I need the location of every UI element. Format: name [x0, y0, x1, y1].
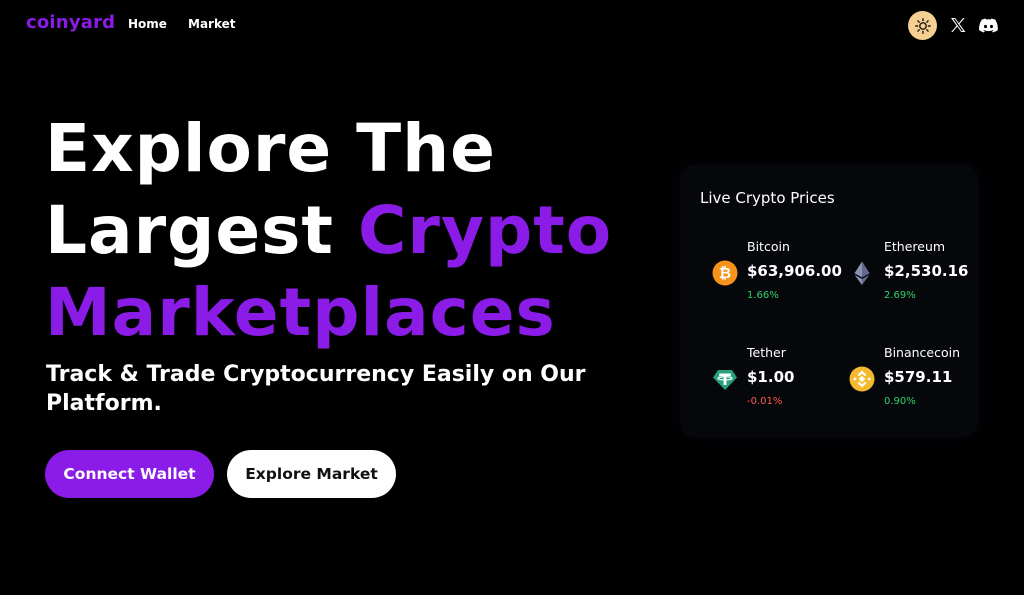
coin-price: $63,906.00	[747, 262, 842, 280]
explore-market-button[interactable]: Explore Market	[227, 450, 396, 498]
svg-text:₿: ₿	[719, 264, 731, 282]
coin-change: 0.90%	[884, 396, 916, 407]
discord-icon[interactable]	[978, 15, 999, 36]
ethereum-icon	[854, 261, 870, 285]
coin-change: 2.69%	[884, 290, 916, 301]
brand-logo[interactable]: coinyard	[26, 12, 115, 33]
coin-name: Tether	[747, 345, 786, 360]
tether-icon	[713, 370, 737, 390]
coin-item-binancecoin[interactable]: Binancecoin $579.11 0.90%	[849, 339, 989, 409]
coin-change: -0.01%	[747, 396, 783, 407]
coin-name: Binancecoin	[884, 345, 961, 360]
nav-link-market[interactable]: Market	[188, 17, 236, 31]
hero-subtitle: Track & Trade Cryptocurrency Easily on O…	[46, 362, 586, 416]
coin-price: $2,530.16	[884, 262, 969, 280]
connect-wallet-button[interactable]: Connect Wallet	[45, 450, 214, 498]
nav-link-home[interactable]: Home	[128, 17, 167, 31]
hero-title: Explore The Largest Crypto Marketplaces	[45, 108, 665, 354]
hero-title-line1: Explore The	[45, 110, 496, 187]
x-icon[interactable]	[949, 16, 967, 34]
hero-title-accent-crypto: Crypto	[357, 192, 613, 269]
coin-name: Ethereum	[884, 239, 946, 254]
coin-price: $1.00	[747, 368, 795, 386]
coin-price: $579.11	[884, 368, 953, 386]
live-prices-title: Live Crypto Prices	[700, 189, 835, 207]
hero-title-accent-marketplaces: Marketplaces	[45, 274, 556, 351]
coin-change: 1.66%	[747, 290, 779, 301]
coin-item-tether[interactable]: Tether $1.00 -0.01%	[712, 339, 852, 409]
live-prices-card: Live Crypto Prices ₿ Bitcoin $63,906.00 …	[680, 165, 978, 437]
top-nav-bar: coinyard Home Market	[0, 0, 1024, 50]
page: coinyard Home Market Explore The Largest…	[0, 0, 1024, 595]
binance-icon	[849, 366, 875, 392]
hero-title-line2: Largest	[45, 192, 334, 269]
coin-item-bitcoin[interactable]: ₿ Bitcoin $63,906.00 1.66%	[712, 233, 852, 303]
coin-name: Bitcoin	[747, 239, 790, 254]
sun-icon	[914, 17, 931, 34]
bitcoin-icon: ₿	[712, 260, 738, 286]
coin-item-ethereum[interactable]: Ethereum $2,530.16 2.69%	[849, 233, 989, 303]
theme-toggle-button[interactable]	[908, 11, 937, 40]
